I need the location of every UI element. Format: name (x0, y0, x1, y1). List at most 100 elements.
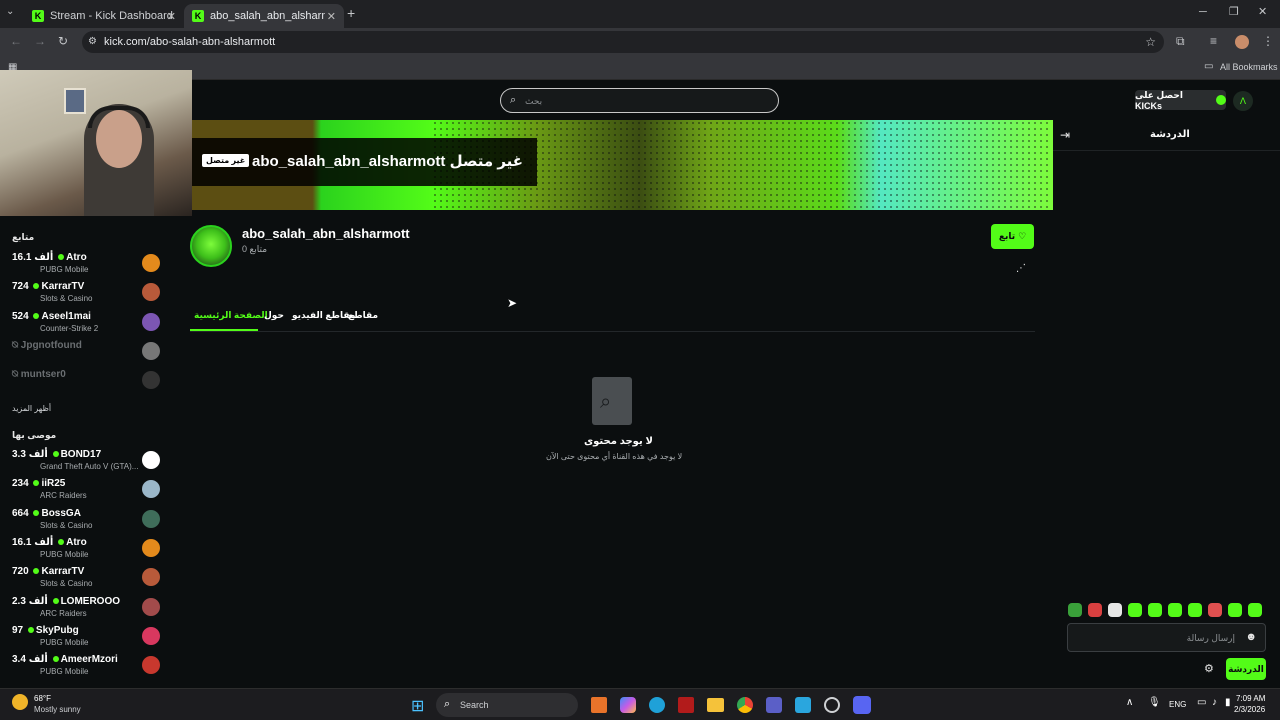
chat-input-placeholder: إرسال رسالة (1186, 633, 1235, 643)
close-window-icon[interactable]: ✕ (1258, 5, 1267, 18)
forward-icon[interactable]: → (34, 34, 46, 48)
get-kicks-button[interactable]: احصل على KICKs (1135, 90, 1226, 111)
clock-time[interactable]: 7:09 AM (1236, 694, 1265, 703)
mic-icon[interactable]: 🎙 (1148, 697, 1161, 708)
recommended-channel-row[interactable]: 664 BossGA Slots & Casino (12, 508, 160, 536)
taskbar-search[interactable]: ⌕ Search (436, 693, 578, 717)
all-bookmarks-link[interactable]: All Bookmarks (1220, 62, 1278, 72)
following-channel-row[interactable]: 524 Aseel1mai Counter-Strike 2 (12, 311, 160, 339)
chat-emote-icon[interactable] (1248, 603, 1262, 617)
browser-menu-icon[interactable]: ⋮ (1262, 34, 1274, 48)
app-icon-dota[interactable] (678, 697, 694, 713)
recommended-channel-row[interactable]: 16.1 ألف Atro PUBG Mobile (12, 537, 160, 565)
following-channel-row[interactable]: ⍉ Jpgnotfound (12, 340, 160, 368)
reload-icon[interactable]: ↻ (58, 34, 68, 48)
chat-emote-icon[interactable] (1168, 603, 1182, 617)
file-explorer-icon[interactable] (707, 698, 724, 712)
clock-date[interactable]: 2/3/2026 (1234, 705, 1265, 714)
profile-avatar[interactable] (1235, 35, 1249, 49)
emoji-picker-icon[interactable]: ☻ (1245, 631, 1257, 643)
volume-icon[interactable]: ♪ (1212, 697, 1217, 708)
channel-category: Slots & Casino (40, 520, 93, 530)
share-icon[interactable]: ⋰ (1016, 263, 1026, 274)
weather-icon[interactable] (12, 694, 28, 710)
tab-home[interactable]: الصفحة الرئيسية (194, 310, 268, 321)
chat-emote-icon[interactable] (1088, 603, 1102, 617)
chat-input[interactable]: إرسال رسالة ☻ (1067, 623, 1266, 652)
app-icon-1[interactable] (591, 697, 607, 713)
language-indicator[interactable]: ENG (1169, 700, 1186, 709)
live-dot-icon (33, 312, 40, 319)
back-icon[interactable]: ← (10, 34, 22, 48)
address-bar-row: ← → ↻ ⚙ kick.com/abo-salah-abn-alsharmot… (0, 28, 1280, 56)
media-control-icon[interactable]: ≡ (1210, 34, 1217, 48)
offline-banner: غير متصل abo_salah_abn_alsharmott غير مت… (192, 120, 1053, 210)
search-input[interactable]: ⌕ بحث (500, 88, 779, 113)
tab-clips[interactable]: مقاطع (348, 310, 378, 321)
browser-tab-stream[interactable]: K abo_salah_abn_alsharmott Stre... ✕ (184, 4, 344, 28)
edge-icon[interactable] (649, 697, 665, 713)
recommended-channel-row[interactable]: 3.4 ألف AmeerMzori PUBG Mobile (12, 654, 160, 682)
chat-emote-icon[interactable] (1128, 603, 1142, 617)
collapse-chat-icon[interactable]: ⇥ (1060, 128, 1070, 142)
recommended-channel-row[interactable]: 97 SkyPubg PUBG Mobile (12, 625, 160, 653)
chat-emote-icon[interactable] (1188, 603, 1202, 617)
folder-icon: ▭ (1204, 61, 1214, 72)
offline-title: abo_salah_abn_alsharmott غير متصل (252, 153, 524, 170)
start-icon[interactable]: ⊞ (411, 696, 424, 716)
tray-chevron-icon[interactable]: ∧ (1126, 697, 1133, 708)
channel-username: Atro (66, 536, 87, 548)
discord-icon[interactable] (853, 696, 871, 714)
following-heading: متابع (12, 232, 35, 242)
bookmark-star-icon[interactable]: ☆ (1145, 31, 1156, 53)
recommended-channel-row[interactable]: 720 KarrarTV Slots & Casino (12, 566, 160, 594)
chat-emote-icon[interactable] (1108, 603, 1122, 617)
user-menu-button[interactable]: ᐱ (1233, 91, 1253, 111)
following-channel-row[interactable]: 16.1 ألف Atro PUBG Mobile (12, 252, 160, 280)
new-tab-icon[interactable]: + (347, 5, 355, 21)
url-field[interactable]: ⚙ kick.com/abo-salah-abn-alsharmott ☆ (82, 31, 1164, 53)
chat-divider (1053, 150, 1280, 151)
channel-username: muntser0 (20, 369, 66, 381)
recommended-channel-row[interactable]: 2.3 ألف LOMEROOO ARC Raiders (12, 596, 160, 624)
chat-send-button[interactable]: الدردشة (1226, 658, 1266, 680)
follow-button[interactable]: تابع ♡ (991, 224, 1034, 249)
tab-videos[interactable]: مقاطع الفيديو (292, 310, 355, 321)
extensions-icon[interactable]: ⧉ (1176, 34, 1185, 49)
chat-settings-icon[interactable]: ⚙ (1204, 662, 1214, 675)
browser-tab-dashboard[interactable]: K Stream - Kick Dashboard ✕ (24, 4, 184, 28)
battery-icon[interactable]: ▮ (1225, 697, 1231, 708)
left-sidebar: متابع 16.1 ألف Atro PUBG Mobile 724 Karrar… (0, 216, 168, 688)
copilot-icon[interactable] (620, 697, 636, 713)
recommended-channel-row[interactable]: 234 iiR25 ARC Raiders (12, 478, 160, 506)
channel-avatar[interactable] (190, 225, 232, 267)
following-channel-row[interactable]: 724 KarrarTV Slots & Casino (12, 281, 160, 309)
chat-emote-icon[interactable] (1148, 603, 1162, 617)
live-dot-icon (27, 626, 34, 633)
tab-about[interactable]: حول (264, 310, 284, 321)
teams-icon[interactable] (766, 697, 782, 713)
chat-title: الدردشة (1150, 129, 1190, 140)
app-icon-3[interactable] (824, 697, 840, 713)
chrome-icon[interactable] (737, 697, 753, 713)
live-dot-icon (52, 597, 59, 604)
channel-username: AmeerMzori (60, 654, 118, 666)
recommended-channel-row[interactable]: 3.3 ألف BOND17 Grand Theft Auto V (GTA)..… (12, 449, 160, 477)
network-icon[interactable]: ▭ (1197, 697, 1206, 708)
channel-name: 97 SkyPubg (12, 624, 79, 636)
maximize-icon[interactable]: ❐ (1229, 5, 1239, 18)
close-tab-icon[interactable]: ✕ (167, 10, 176, 23)
app-icon-2[interactable] (795, 697, 811, 713)
minimize-icon[interactable]: ─ (1199, 6, 1207, 18)
site-info-icon[interactable]: ⚙ (88, 31, 97, 53)
tab-search-icon[interactable]: ⌄ (6, 6, 14, 17)
channel-category: Grand Theft Auto V (GTA)... (40, 462, 139, 471)
show-more-link[interactable]: أظهر المزيد (12, 404, 51, 413)
channel-avatar (142, 254, 160, 272)
chat-emote-icon[interactable] (1208, 603, 1222, 617)
chat-emote-icon[interactable] (1068, 603, 1082, 617)
channel-name: 3.3 ألف BOND17 (12, 449, 102, 460)
chat-emote-icon[interactable] (1228, 603, 1242, 617)
following-channel-row[interactable]: ⍉ muntser0 (12, 369, 160, 397)
close-tab-icon[interactable]: ✕ (327, 10, 336, 23)
